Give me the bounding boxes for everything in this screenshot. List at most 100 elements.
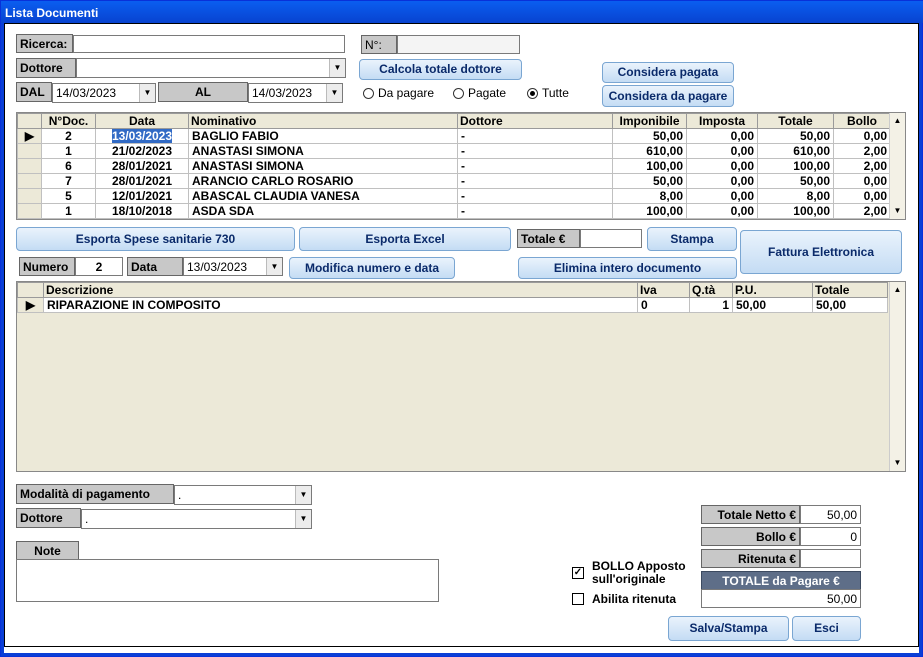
esporta-excel-button[interactable]: Esporta Excel: [299, 227, 511, 251]
doc-numero[interactable]: 7: [41, 173, 96, 189]
ritenuta-checkbox[interactable]: [572, 593, 584, 605]
doc-bollo[interactable]: 0,00: [833, 173, 891, 189]
table-row[interactable]: 1 21/02/2023 ANASTASI SIMONA -610,00 0,00 610…: [17, 143, 891, 159]
ricerca-input[interactable]: [73, 35, 345, 53]
col-header[interactable]: Totale: [757, 113, 834, 129]
item-pu[interactable]: 50,00: [732, 297, 813, 313]
doc-data[interactable]: 28/01/2021: [95, 158, 189, 174]
salva-stampa-button[interactable]: Salva/Stampa: [668, 616, 789, 641]
table-row[interactable]: 5 12/01/2021 ABASCAL CLAUDIA VANESA - 8,00 0,…: [17, 188, 891, 204]
chevron-down-icon[interactable]: ▼: [326, 84, 342, 102]
col-header[interactable]: Totale: [812, 282, 888, 298]
table-row[interactable]: ▶ 2 13/03/2023 BAGLIO FABIO -50,00 0,00 50,00 0…: [17, 128, 891, 144]
scroll-down-icon[interactable]: ▼: [890, 203, 905, 219]
doc-totale[interactable]: 50,00: [757, 173, 834, 189]
doc-imposta[interactable]: 0,00: [686, 128, 758, 144]
calcola-totale-button[interactable]: Calcola totale dottore: [359, 59, 522, 80]
table-row[interactable]: ▶ RIPARAZIONE IN COMPOSITO 0 1 50,00 50,…: [17, 297, 888, 313]
col-header[interactable]: Descrizione: [43, 282, 638, 298]
documents-scrollbar[interactable]: ▲ ▼: [889, 113, 905, 219]
table-row[interactable]: 1 18/10/2018 ASDA SDA -100,00 0,00 100,00 2,00: [17, 203, 891, 219]
doc-bollo[interactable]: 2,00: [833, 203, 891, 219]
col-header[interactable]: Nominativo: [188, 113, 458, 129]
col-header[interactable]: Iva: [637, 282, 690, 298]
doc-nominativo[interactable]: BAGLIO FABIO: [188, 128, 458, 144]
dottore-filter-select[interactable]: ▼: [76, 58, 346, 78]
al-date-input[interactable]: 14/03/2023 ▼: [248, 83, 343, 103]
doc-data[interactable]: 13/03/2023: [95, 128, 189, 144]
doc-nominativo[interactable]: ASDA SDA: [188, 203, 458, 219]
row-selector[interactable]: [17, 188, 42, 204]
doc-imponibile[interactable]: 610,00: [612, 143, 687, 159]
considera-da-pagare-button[interactable]: Considera da pagare: [602, 85, 734, 107]
ritenuta-value[interactable]: [800, 549, 861, 568]
doc-nominativo[interactable]: ABASCAL CLAUDIA VANESA: [188, 188, 458, 204]
col-header[interactable]: N°Doc.: [41, 113, 96, 129]
doc-numero[interactable]: 5: [41, 188, 96, 204]
col-header[interactable]: Imponibile: [612, 113, 687, 129]
doc-dottore[interactable]: -: [457, 143, 613, 159]
doc-bollo[interactable]: 2,00: [833, 158, 891, 174]
radio-da-pagare[interactable]: Da pagare: [363, 86, 434, 100]
doc-imposta[interactable]: 0,00: [686, 158, 758, 174]
considera-pagata-button[interactable]: Considera pagata: [602, 62, 734, 83]
doc-totale[interactable]: 100,00: [757, 158, 834, 174]
scroll-up-icon[interactable]: ▲: [890, 282, 905, 298]
doc-imponibile[interactable]: 100,00: [612, 158, 687, 174]
doc-numero[interactable]: 2: [41, 128, 96, 144]
chevron-down-icon[interactable]: ▼: [329, 59, 345, 77]
bollo-checkbox[interactable]: ✓: [572, 567, 584, 579]
doc-imposta[interactable]: 0,00: [686, 173, 758, 189]
doc-imposta[interactable]: 0,00: [686, 188, 758, 204]
col-header[interactable]: Dottore: [457, 113, 613, 129]
doc-imposta[interactable]: 0,00: [686, 143, 758, 159]
dottore-select[interactable]: . ▼: [81, 509, 312, 529]
doc-imponibile[interactable]: 100,00: [612, 203, 687, 219]
radio-pagate[interactable]: Pagate: [453, 86, 506, 100]
doc-bollo[interactable]: 2,00: [833, 143, 891, 159]
chevron-down-icon[interactable]: ▼: [295, 510, 311, 528]
doc-totale[interactable]: 8,00: [757, 188, 834, 204]
doc-imponibile[interactable]: 50,00: [612, 128, 687, 144]
doc-data[interactable]: 18/10/2018: [95, 203, 189, 219]
scroll-up-icon[interactable]: ▲: [890, 113, 905, 129]
item-iva[interactable]: 0: [637, 297, 690, 313]
doc-imponibile[interactable]: 50,00: [612, 173, 687, 189]
dal-date-input[interactable]: 14/03/2023 ▼: [52, 83, 156, 103]
doc-bollo[interactable]: 0,00: [833, 128, 891, 144]
doc-numero[interactable]: 1: [41, 203, 96, 219]
doc-totale[interactable]: 50,00: [757, 128, 834, 144]
stampa-button[interactable]: Stampa: [647, 227, 737, 251]
items-scrollbar[interactable]: ▲ ▼: [889, 282, 905, 471]
row-pointer-icon[interactable]: ▶: [17, 128, 42, 144]
chevron-down-icon[interactable]: ▼: [266, 258, 282, 275]
row-selector[interactable]: [17, 143, 42, 159]
col-header[interactable]: Imposta: [686, 113, 758, 129]
numero-search-input[interactable]: [397, 35, 520, 54]
doc-data[interactable]: 21/02/2023: [95, 143, 189, 159]
esporta-730-button[interactable]: Esporta Spese sanitarie 730: [16, 227, 295, 251]
item-totale[interactable]: 50,00: [812, 297, 888, 313]
row-selector[interactable]: [17, 173, 42, 189]
pagamento-select[interactable]: . ▼: [174, 485, 312, 505]
doc-imposta[interactable]: 0,00: [686, 203, 758, 219]
doc-dottore[interactable]: -: [457, 173, 613, 189]
doc-dottore[interactable]: -: [457, 203, 613, 219]
doc-data[interactable]: 12/01/2021: [95, 188, 189, 204]
doc-numero[interactable]: 6: [41, 158, 96, 174]
doc-dottore[interactable]: -: [457, 128, 613, 144]
table-row[interactable]: 6 28/01/2021 ANASTASI SIMONA -100,00 0,00 100…: [17, 158, 891, 174]
doc-dottore[interactable]: -: [457, 158, 613, 174]
doc-dottore[interactable]: -: [457, 188, 613, 204]
elimina-documento-button[interactable]: Elimina intero documento: [518, 257, 737, 279]
col-header[interactable]: Q.tà: [689, 282, 733, 298]
col-header[interactable]: Data: [95, 113, 189, 129]
bollo-value[interactable]: 0: [800, 527, 861, 546]
doc-totale[interactable]: 610,00: [757, 143, 834, 159]
note-textarea[interactable]: [16, 559, 439, 602]
doc-numero[interactable]: 1: [41, 143, 96, 159]
item-descrizione[interactable]: RIPARAZIONE IN COMPOSITO: [43, 297, 638, 313]
chevron-down-icon[interactable]: ▼: [295, 486, 311, 504]
row-selector[interactable]: [17, 203, 42, 219]
col-header[interactable]: Bollo: [833, 113, 891, 129]
